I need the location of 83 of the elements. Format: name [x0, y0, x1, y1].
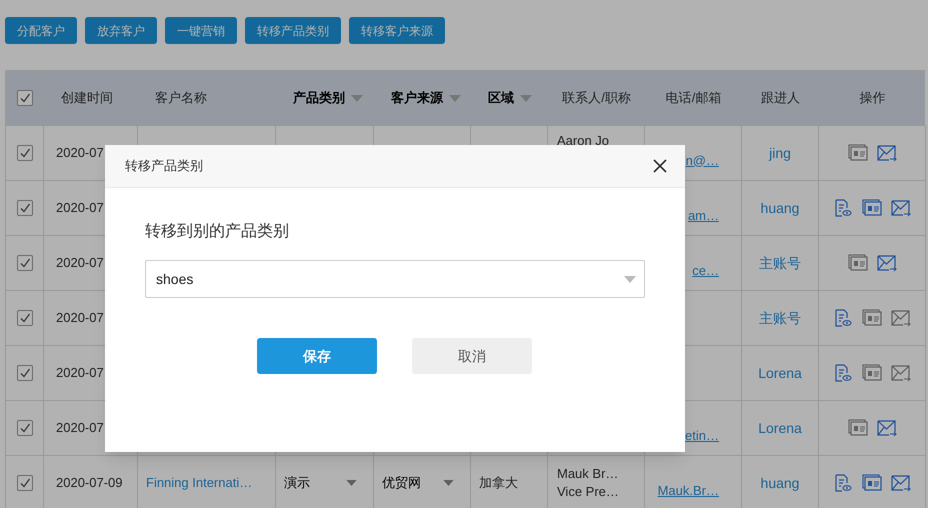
envelope-arrow-icon[interactable]: [891, 199, 911, 217]
contact-card-icon[interactable]: [862, 199, 882, 217]
email-link[interactable]: n@…: [686, 150, 719, 170]
document-eye-icon[interactable]: [833, 364, 853, 382]
envelope-arrow-icon[interactable]: [876, 254, 896, 272]
column-header: 联系人/职称: [562, 89, 631, 108]
email-link[interactable]: am…: [688, 206, 719, 225]
contact-card-icon[interactable]: [862, 364, 882, 382]
table-cell-text: 2020-07: [56, 309, 104, 328]
toolbar-button[interactable]: 转移客户来源: [349, 17, 445, 44]
envelope-arrow-icon[interactable]: [891, 364, 911, 382]
contact-card-icon[interactable]: [848, 144, 868, 162]
table-cell-text: 2020-07: [56, 254, 104, 272]
dialog-title: 转移产品类别: [125, 157, 203, 176]
column-header: 创建时间: [61, 89, 113, 108]
checkbox[interactable]: [16, 475, 32, 491]
column-header: 区域: [488, 89, 514, 108]
check-icon: [18, 257, 30, 269]
check-icon: [18, 477, 30, 489]
toolbar-button[interactable]: 放弃客户: [85, 17, 157, 44]
table-cell-text: 2020-07-09: [56, 474, 122, 492]
caret-icon: [346, 480, 357, 486]
contact-card-icon[interactable]: [862, 474, 882, 492]
toolbar-button[interactable]: 转移产品类别: [245, 17, 341, 44]
category-select[interactable]: shoes: [145, 260, 645, 298]
table-cell-text: 2020-07: [56, 364, 104, 382]
category-dropdown[interactable]: 演示: [284, 473, 365, 493]
follower-link[interactable]: Lorena: [758, 362, 802, 384]
follower-link[interactable]: huang: [760, 198, 800, 218]
check-icon: [18, 367, 30, 379]
column-header: 操作: [860, 89, 886, 108]
dialog-prompt: 转移到别的产品类别: [145, 222, 289, 242]
checkbox[interactable]: [16, 310, 32, 326]
table-cell-text: 2020-07: [56, 144, 104, 162]
follower-link[interactable]: 主账号: [759, 308, 801, 328]
document-eye-icon[interactable]: [833, 309, 853, 327]
source-dropdown[interactable]: 优贸网: [382, 473, 462, 493]
table-cell: Mauk Br…: [557, 465, 618, 483]
check-icon: [18, 202, 30, 214]
contact-card-icon[interactable]: [848, 254, 868, 272]
table-cell-text: 2020-07: [56, 199, 104, 218]
envelope-arrow-icon[interactable]: [891, 309, 911, 327]
table-cell-text: 2020-07: [56, 419, 104, 438]
table-cell-text: 加拿大: [479, 474, 518, 492]
checkbox[interactable]: [16, 145, 32, 161]
checkbox[interactable]: [16, 365, 32, 381]
follower-link[interactable]: Lorena: [758, 418, 802, 438]
save-button[interactable]: 保存: [257, 338, 377, 374]
check-icon: [18, 312, 30, 324]
column-header: 客户名称: [155, 89, 207, 108]
follower-link[interactable]: huang: [760, 472, 800, 494]
envelope-arrow-icon[interactable]: [891, 474, 911, 492]
follower-link[interactable]: 主账号: [759, 252, 801, 274]
column-header: 跟进人: [761, 89, 800, 108]
column-header: 电话/邮箱: [666, 89, 722, 108]
contact-card-icon[interactable]: [862, 309, 882, 327]
cancel-button[interactable]: 取消: [412, 338, 532, 374]
column-header: 客户来源: [391, 89, 443, 108]
contact-card-icon[interactable]: [848, 419, 868, 437]
email-link[interactable]: Mauk.Br…: [658, 480, 719, 500]
check-icon: [18, 147, 30, 159]
checkbox[interactable]: [16, 90, 32, 106]
envelope-arrow-icon[interactable]: [876, 144, 896, 162]
column-header: 产品类别: [293, 89, 345, 108]
caret-icon: [443, 480, 454, 486]
check-icon: [18, 92, 30, 104]
check-icon: [18, 422, 30, 434]
checkbox[interactable]: [16, 200, 32, 216]
checkbox[interactable]: [16, 255, 32, 271]
toolbar-button[interactable]: 分配客户: [5, 17, 77, 44]
envelope-arrow-icon[interactable]: [876, 419, 896, 437]
table-cell: Vice Pre…: [557, 483, 619, 501]
table-cell: Aaron Jo: [557, 132, 610, 150]
checkbox[interactable]: [16, 420, 32, 436]
caret-icon: [624, 276, 636, 282]
toolbar-button[interactable]: 一键营销: [165, 17, 237, 44]
email-link[interactable]: etin…: [685, 426, 719, 445]
follower-link[interactable]: jing: [769, 142, 791, 164]
document-eye-icon[interactable]: [833, 474, 853, 492]
customer-link[interactable]: Finning Internati…: [146, 473, 252, 493]
email-link[interactable]: ce…: [692, 260, 719, 280]
close-icon[interactable]: [653, 159, 667, 173]
document-eye-icon[interactable]: [833, 199, 853, 217]
